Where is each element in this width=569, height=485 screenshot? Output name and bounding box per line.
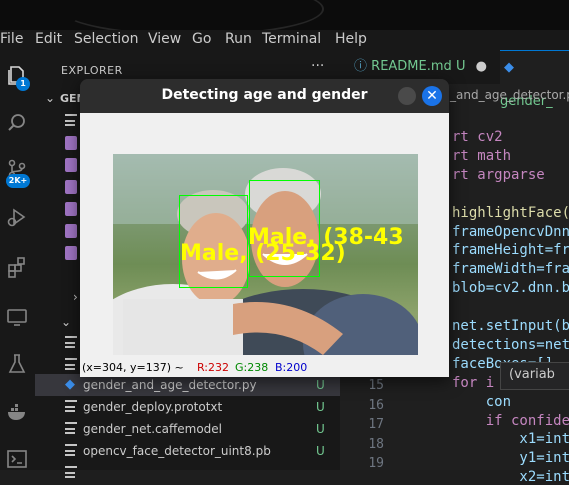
explorer-badge: 1 [16, 77, 30, 91]
line-number: 15 [368, 378, 384, 393]
menu-selection[interactable]: Selection [74, 31, 139, 47]
close-button[interactable]: ✕ [422, 86, 442, 106]
image-file-icon [65, 246, 77, 260]
chevron-down-icon: ⌄ [45, 91, 56, 105]
file-row-gender-and-age-detector[interactable]: ◆ gender_and_age_detector.py U [35, 374, 340, 396]
file-row-opencv-face-detector[interactable]: opencv_face_detector_uint8.pb U [35, 440, 340, 462]
prediction-label-right: Male, (38-43 [248, 225, 404, 250]
file-status: U [316, 400, 325, 414]
file-icon [65, 422, 77, 436]
line-number: 17 [368, 417, 384, 432]
image-file-icon [65, 136, 77, 150]
line-number: 19 [368, 456, 384, 471]
cursor-coordinates: (x=304, y=137) ~ [82, 361, 184, 374]
chevron-down-icon: ⌄ [61, 315, 72, 329]
file-icon [65, 466, 77, 480]
remote-explorer-icon[interactable] [6, 306, 28, 328]
code-line[interactable]: highlightFace(n [452, 205, 569, 221]
hover-text: (variab [509, 367, 555, 382]
file-icon [65, 444, 77, 458]
source-control-badge: 2K+ [6, 174, 30, 188]
file-name: opencv_face_detector_uint8.pb [83, 444, 271, 458]
file-icon [65, 114, 77, 128]
file-status: U [316, 378, 325, 392]
extensions-icon[interactable] [6, 256, 28, 278]
terminal-icon[interactable] [6, 448, 28, 470]
green-value: G:238 [235, 361, 269, 374]
file-icon [65, 358, 77, 372]
blue-value: B:200 [275, 361, 308, 374]
file-name: gender_deploy.prototxt [83, 400, 223, 414]
code-line[interactable]: frameHeight=fra [452, 242, 569, 258]
image-file-icon [65, 202, 77, 216]
explorer-more-button[interactable]: ··· [311, 58, 324, 74]
window-title: Detecting age and gender [161, 87, 368, 103]
file-name: gender_net.caffemodel [83, 422, 223, 436]
image-canvas[interactable]: Male, (25-32) Male, (38-43 [80, 113, 449, 359]
code-line[interactable]: rt cv2 [452, 129, 503, 145]
opencv-window: Detecting age and gender ✕ Male, (25-32)… [80, 79, 449, 377]
file-status: U [316, 422, 325, 436]
code-line[interactable]: detections=net. [452, 337, 569, 353]
line-number: 18 [368, 436, 384, 452]
chevron-right-icon: › [73, 290, 78, 304]
search-icon[interactable] [6, 112, 28, 134]
tree-row[interactable] [35, 462, 340, 484]
line-number: 16 [368, 397, 384, 413]
code-line[interactable]: frameOpencvDnn= [452, 224, 569, 240]
file-name: gender_and_age_detector.py [83, 378, 257, 392]
file-status: U [316, 444, 325, 458]
code-line[interactable]: x1=int( [452, 431, 569, 447]
activity-bar: 1 2K+ [0, 50, 35, 470]
run-debug-icon[interactable] [6, 206, 28, 228]
code-line[interactable]: con [452, 394, 511, 410]
code-line[interactable]: blob=cv2.dnn.bl [452, 280, 569, 296]
wallpaper-decoration [60, 0, 324, 30]
testing-icon[interactable] [6, 353, 28, 375]
docker-icon[interactable] [6, 401, 28, 423]
menu-bar: File Edit Selection View Go Run Terminal… [0, 30, 569, 50]
window-titlebar[interactable]: Detecting age and gender ✕ [80, 79, 449, 113]
menu-file[interactable]: File [0, 31, 23, 47]
menu-go[interactable]: Go [192, 31, 211, 47]
menu-edit[interactable]: Edit [35, 31, 62, 47]
code-line[interactable]: frameWidth=fram [452, 261, 569, 277]
code-line[interactable]: rt argparse [452, 167, 545, 183]
code-line[interactable]: y1=int( [452, 450, 569, 466]
code-line[interactable]: net.setInput(bl [452, 318, 569, 334]
red-value: R:232 [197, 361, 230, 374]
minimize-button[interactable] [398, 87, 416, 105]
menu-help[interactable]: Help [335, 31, 367, 47]
code-line[interactable]: if confiden [452, 413, 569, 429]
file-row-gender-net[interactable]: gender_net.caffemodel U [35, 418, 340, 440]
image-file-icon [65, 224, 77, 238]
code-line[interactable]: rt math [452, 148, 511, 164]
hover-tooltip: (variab [500, 362, 569, 390]
file-icon [65, 400, 77, 414]
file-row-gender-deploy[interactable]: gender_deploy.prototxt U [35, 396, 340, 418]
explorer-title: EXPLORER [61, 64, 123, 77]
menu-terminal[interactable]: Terminal [262, 31, 321, 47]
image-file-icon [65, 158, 77, 172]
file-icon [65, 336, 77, 350]
pixel-status-bar: (x=304, y=137) ~ R:232 G:238 B:200 [80, 359, 449, 377]
menu-view[interactable]: View [148, 31, 181, 47]
image-file-icon [65, 180, 77, 194]
menu-run[interactable]: Run [225, 31, 252, 47]
code-line[interactable]: x2=int( [452, 469, 569, 485]
desktop-background [0, 0, 569, 30]
python-file-icon: ◆ [65, 377, 75, 392]
